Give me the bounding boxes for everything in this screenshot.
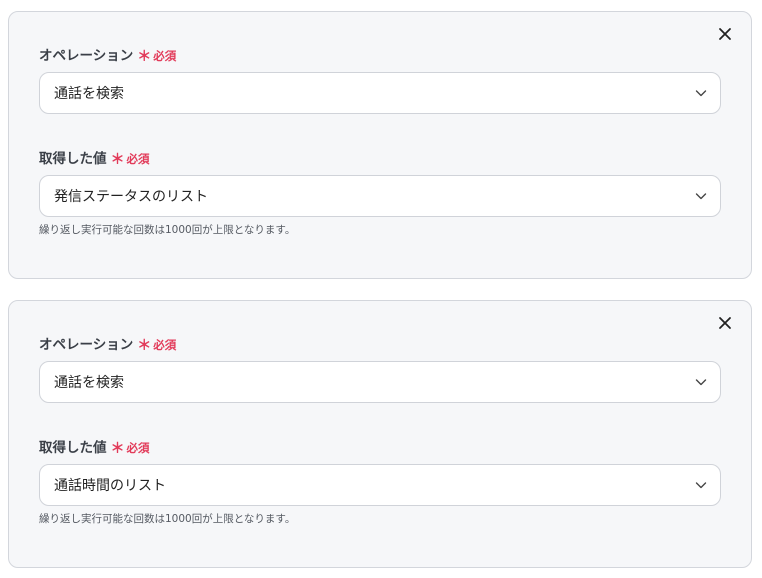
required-badge: 必須	[153, 49, 177, 63]
operation-label: オペレーション	[39, 337, 134, 353]
required-asterisk: ＊	[137, 49, 152, 65]
required-asterisk: ＊	[110, 152, 125, 168]
loop-operation-card: オペレーション ＊ 必須 通話を検索 取得した値 ＊ 必須 発信ステータスのリス…	[8, 11, 752, 279]
required-badge: 必須	[126, 441, 150, 455]
retrieved-value-select-value: 発信ステータスのリスト	[54, 189, 208, 205]
retrieved-value-select-value: 通話時間のリスト	[54, 478, 166, 494]
required-badge: 必須	[126, 152, 150, 166]
operation-select-value: 通話を検索	[54, 375, 124, 391]
loop-limit-help-text: 繰り返し実行可能な回数は1000回が上限となります。	[39, 513, 296, 525]
chevron-down-icon	[694, 86, 708, 100]
retrieved-value-label: 取得した値	[39, 151, 107, 167]
operation-select[interactable]: 通話を検索	[39, 72, 721, 114]
retrieved-value-label: 取得した値	[39, 440, 107, 456]
chevron-down-icon	[694, 189, 708, 203]
chevron-down-icon	[694, 375, 708, 389]
retrieved-value-label-row: 取得した値 ＊ 必須	[39, 147, 721, 168]
required-asterisk: ＊	[137, 338, 152, 354]
operation-label-row: オペレーション ＊ 必須	[39, 44, 721, 65]
chevron-down-icon	[694, 478, 708, 492]
loop-limit-help-text: 繰り返し実行可能な回数は1000回が上限となります。	[39, 224, 296, 236]
close-icon[interactable]	[717, 26, 733, 42]
operation-label-row: オペレーション ＊ 必須	[39, 333, 721, 354]
required-badge: 必須	[153, 338, 177, 352]
retrieved-value-label-row: 取得した値 ＊ 必須	[39, 436, 721, 457]
required-asterisk: ＊	[110, 441, 125, 457]
operation-select[interactable]: 通話を検索	[39, 361, 721, 403]
loop-operation-card: オペレーション ＊ 必須 通話を検索 取得した値 ＊ 必須 通話時間のリスト 繰…	[8, 300, 752, 568]
retrieved-value-field: 取得した値 ＊ 必須 通話時間のリスト 繰り返し実行可能な回数は1000回が上限…	[39, 436, 721, 526]
retrieved-value-select[interactable]: 通話時間のリスト	[39, 464, 721, 506]
operation-label: オペレーション	[39, 48, 134, 64]
operation-select-value: 通話を検索	[54, 86, 124, 102]
retrieved-value-select[interactable]: 発信ステータスのリスト	[39, 175, 721, 217]
operation-field: オペレーション ＊ 必須 通話を検索	[39, 333, 721, 403]
retrieved-value-field: 取得した値 ＊ 必須 発信ステータスのリスト 繰り返し実行可能な回数は1000回…	[39, 147, 721, 237]
operation-field: オペレーション ＊ 必須 通話を検索	[39, 44, 721, 114]
close-icon[interactable]	[717, 315, 733, 331]
